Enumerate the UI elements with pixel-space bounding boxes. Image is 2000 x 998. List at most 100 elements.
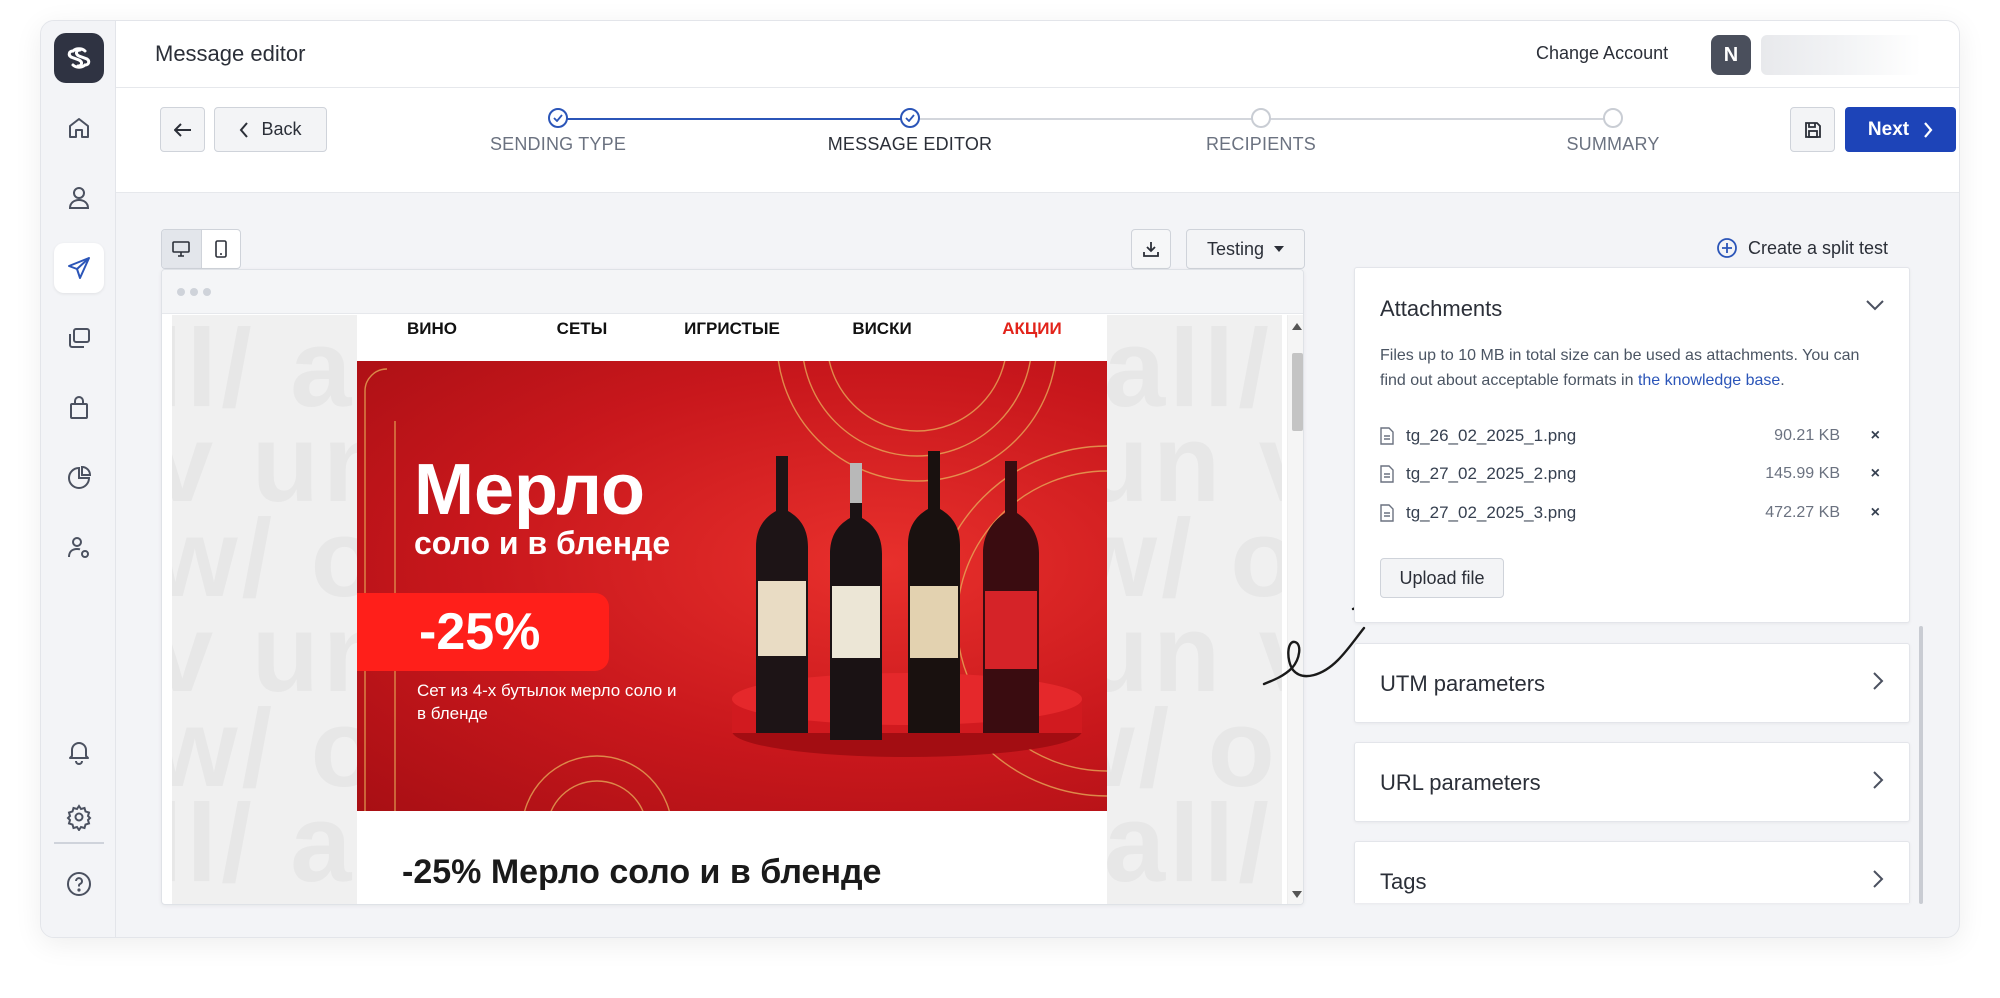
next-button-label: Next: [1867, 118, 1910, 140]
testing-dropdown-label: Testing: [1206, 238, 1265, 259]
step-dot-recipients[interactable]: [1251, 108, 1271, 128]
email-nav: ВИНО СЕТЫ ИГРИСТЫЕ ВИСКИ АКЦИИ: [357, 315, 1107, 361]
attachment-file-row: tg_26_02_2025_1.png 90.21 KB ×: [1380, 421, 1880, 451]
chevron-down-icon[interactable]: [1866, 300, 1884, 311]
attachments-description: Files up to 10 MB in total size can be u…: [1380, 343, 1880, 393]
attachment-file-row: tg_27_02_2025_2.png 145.99 KB ×: [1380, 459, 1880, 489]
download-icon: [1143, 242, 1159, 257]
account-name-blurred[interactable]: [1761, 35, 1921, 75]
remove-attachment-button[interactable]: ×: [1840, 504, 1880, 522]
sidebar: [41, 21, 116, 937]
sidebar-item-campaigns[interactable]: [54, 243, 104, 293]
right-panel-scrollbar[interactable]: [1919, 626, 1923, 904]
attachment-file-name: tg_27_02_2025_2.png: [1406, 464, 1577, 483]
attachment-file-size: 145.99 KB: [1765, 465, 1840, 482]
email-preview: ll/ all/ all/ all/ all/ all/ all/ v un v…: [161, 269, 1304, 905]
gear-icon: [66, 804, 92, 831]
chevron-left-icon: [240, 121, 249, 138]
mobile-icon: [214, 240, 227, 258]
mobile-view-button[interactable]: [202, 230, 241, 268]
plus-circle-icon: [1717, 238, 1737, 258]
logo-icon: [67, 47, 91, 69]
home-icon: [69, 118, 89, 138]
arrow-left-icon: [173, 122, 191, 137]
email-nav-item[interactable]: СЕТЫ: [507, 315, 657, 361]
download-button[interactable]: [1131, 229, 1171, 269]
url-parameters-title: URL parameters: [1380, 770, 1541, 795]
knowledge-base-link[interactable]: the knowledge base: [1638, 372, 1780, 389]
attachments-description-text: Files up to 10 MB in total size can be u…: [1380, 347, 1860, 389]
attachments-panel: Attachments Files up to 10 MB in total s…: [1354, 267, 1910, 623]
email-nav-item[interactable]: ИГРИСТЫЕ: [657, 315, 807, 361]
templates-icon: [69, 328, 90, 348]
step-dot-summary[interactable]: [1603, 108, 1623, 128]
email-heading: -25% Мерло соло и в бленде: [402, 853, 882, 891]
user-settings-icon: [68, 537, 89, 558]
tags-title: Tags: [1380, 869, 1427, 894]
back-arrow-button[interactable]: [160, 107, 205, 152]
attachment-file-row: tg_27_02_2025_3.png 472.27 KB ×: [1380, 498, 1880, 528]
desktop-view-button[interactable]: [162, 230, 202, 268]
sidebar-item-notifications[interactable]: [54, 726, 104, 776]
scroll-thumb[interactable]: [1292, 353, 1303, 431]
sidebar-item-home[interactable]: [54, 103, 104, 153]
email-nav-item-promo[interactable]: АКЦИИ: [957, 315, 1107, 361]
split-test-label: Create a split test: [1748, 237, 1889, 258]
attachments-title: Attachments: [1380, 296, 1503, 321]
file-icon: [1380, 427, 1394, 445]
tags-panel[interactable]: Tags: [1354, 841, 1910, 903]
scroll-down-arrow[interactable]: [1292, 891, 1302, 898]
create-split-test-button[interactable]: Create a split test: [1716, 237, 1888, 259]
file-icon: [1380, 465, 1394, 483]
sidebar-item-settings[interactable]: [54, 792, 104, 842]
upload-file-button[interactable]: Upload file: [1380, 558, 1504, 598]
attachment-file-name: tg_27_02_2025_3.png: [1406, 503, 1577, 522]
step-dot-sending-type[interactable]: [548, 108, 568, 128]
sidebar-item-analytics[interactable]: [54, 453, 104, 503]
utm-parameters-panel[interactable]: UTM parameters: [1354, 643, 1910, 723]
chevron-right-icon: [1924, 121, 1933, 138]
banner-subtitle: соло и в бленде: [414, 525, 671, 561]
pie-chart-icon: [68, 465, 92, 489]
testing-dropdown[interactable]: Testing: [1186, 229, 1305, 269]
send-icon: [68, 257, 90, 279]
app-logo[interactable]: [54, 33, 104, 83]
remove-attachment-button[interactable]: ×: [1840, 465, 1880, 483]
chevron-right-icon: [1873, 672, 1884, 690]
bell-icon: [69, 742, 89, 765]
sidebar-item-help[interactable]: [54, 859, 104, 909]
attachment-file-name: tg_26_02_2025_1.png: [1406, 426, 1577, 445]
sidebar-item-contacts[interactable]: [54, 173, 104, 223]
sidebar-item-templates[interactable]: [54, 313, 104, 363]
utm-parameters-title: UTM parameters: [1380, 671, 1546, 696]
step-label-sending-type[interactable]: SENDING TYPE: [438, 134, 678, 155]
save-button[interactable]: [1790, 107, 1835, 152]
help-icon: [67, 872, 91, 896]
step-dot-message-editor[interactable]: [900, 108, 920, 128]
scroll-up-arrow[interactable]: [1292, 323, 1302, 330]
back-button-label: Back: [261, 119, 302, 139]
step-label-message-editor[interactable]: MESSAGE EDITOR: [790, 134, 1030, 155]
back-button[interactable]: Back: [214, 107, 327, 152]
step-label-summary[interactable]: SUMMARY: [1493, 134, 1733, 155]
check-icon: [905, 114, 915, 122]
promo-banner[interactable]: Мерло соло и в бленде -25% Сет из 4-х бу…: [357, 361, 1107, 811]
email-body: ВИНО СЕТЫ ИГРИСТЫЕ ВИСКИ АКЦИИ Мерло сол…: [357, 315, 1107, 904]
desktop-icon: [172, 241, 191, 257]
avatar[interactable]: N: [1711, 35, 1751, 75]
sidebar-item-account[interactable]: [54, 523, 104, 573]
preview-toolbar: [162, 270, 1303, 314]
url-parameters-panel[interactable]: URL parameters: [1354, 742, 1910, 822]
bag-icon: [70, 396, 88, 419]
remove-attachment-button[interactable]: ×: [1840, 427, 1880, 445]
email-nav-item[interactable]: ВИНО: [357, 315, 507, 361]
sidebar-item-shop[interactable]: [54, 383, 104, 433]
sidebar-divider: [54, 842, 104, 844]
change-account-link[interactable]: Change Account: [1536, 43, 1668, 64]
step-label-recipients[interactable]: RECIPIENTS: [1141, 134, 1381, 155]
next-button[interactable]: Next: [1845, 107, 1956, 152]
attachments-description-end: .: [1780, 372, 1785, 389]
email-nav-item[interactable]: ВИСКИ: [807, 315, 957, 361]
device-toggle: [161, 229, 241, 269]
preview-dots: [177, 288, 211, 296]
